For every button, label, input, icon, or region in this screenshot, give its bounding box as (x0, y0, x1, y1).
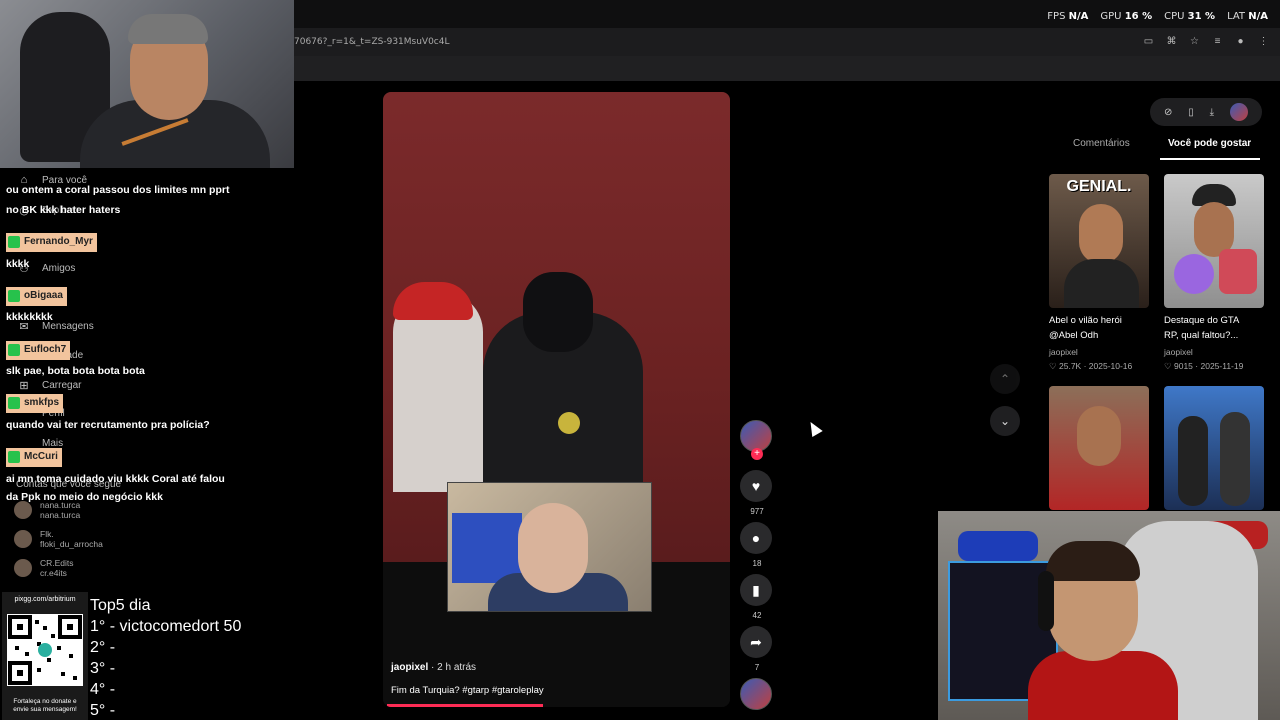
autoscroll-icon[interactable]: ⊘ (1164, 107, 1172, 118)
video-facecam (447, 482, 652, 612)
video-player[interactable]: jaopixel · 2 h atrás Fim da Turquia? #gt… (383, 92, 730, 707)
like-button[interactable]: ♥ (740, 470, 772, 502)
chat-username: Fernando_Myr (6, 233, 97, 252)
top5-row: 4° - (90, 681, 116, 698)
device-icon[interactable]: ▯ (1188, 107, 1194, 118)
following-item[interactable]: CR.Edits cr.e4its (14, 558, 74, 578)
chat-message: ou ontem a coral passou dos limites mn p… (6, 184, 230, 196)
music-disc-avatar[interactable] (740, 678, 772, 710)
chat-message: kkkk (6, 258, 30, 270)
upload-plus-icon: ⊞ (19, 380, 29, 392)
donation-url: pixgg.com/arbitrium (14, 596, 76, 603)
suggested-video-author[interactable]: jaopixel (1164, 347, 1193, 357)
suggested-video-author[interactable]: jaopixel (1049, 347, 1078, 357)
chat-message: ai mn toma cuidado viu kkkk Coral até fa… (6, 473, 225, 485)
top5-row: 5° - (90, 702, 116, 719)
url-text[interactable]: 70676?_r=1&_t=ZS-931MsuV0c4L (294, 37, 450, 47)
following-item[interactable]: Flk. floki_du_arrocha (14, 529, 103, 549)
donation-footer: Fortaleça no donate e envie sua mensagem… (13, 698, 77, 713)
lat-label: LAT (1227, 11, 1246, 22)
tiktok-sidebar: ⌂ Para você ◎ Explorar ⚇ Amigos ✉ Mensagens … (0, 168, 294, 592)
profile-avatar-icon[interactable]: ● (1234, 35, 1247, 48)
qr-code-icon (7, 614, 83, 686)
chat-message: da Ppk no meio do negócio kkk (6, 491, 163, 503)
video-progress-bar[interactable] (387, 704, 544, 707)
avatar (14, 559, 32, 577)
streamer-webcam (0, 0, 294, 168)
top5-row: 3° - (90, 660, 116, 677)
follow-plus-icon[interactable]: + (751, 448, 763, 460)
gpu-value: 16 % (1124, 11, 1153, 22)
fps-label: FPS (1047, 11, 1066, 22)
chat-username: smkfps (6, 394, 64, 413)
heart-icon: ♥ (751, 478, 761, 494)
chat-message: quando vai ter recrutamento pra polícia? (6, 419, 210, 431)
thumbnail-overlay-text: GENIAL. (1066, 178, 1132, 195)
address-bar[interactable]: 70676?_r=1&_t=ZS-931MsuV0c4L ▭ ⌘ ☆ ≡ ● ⋮ (294, 28, 1280, 56)
suggested-video-meta: ♡ 25.7K · 2025-10-16 (1049, 361, 1133, 371)
previous-video-button[interactable]: ⌃ (990, 364, 1020, 394)
top5-row: 1° - victocomedort 50 (90, 618, 242, 635)
guest-webcam (938, 511, 1280, 720)
share-icon: ➦ (750, 633, 762, 650)
chevron-up-icon: ⌃ (999, 372, 1011, 386)
translate-icon[interactable]: ⌘ (1165, 35, 1178, 48)
suggested-video-title: Abel o vilão herói @Abel Odh (1049, 315, 1122, 341)
cpu-label: CPU (1164, 11, 1185, 22)
cpu-value: 31 % (1187, 11, 1216, 22)
chat-username: oBigaaa (6, 287, 67, 306)
suggested-video-meta: ♡ 9015 · 2025-11-19 (1164, 361, 1244, 371)
cast-icon[interactable]: ▭ (1142, 35, 1155, 48)
bookmark-star-icon[interactable]: ☆ (1188, 35, 1201, 48)
video-author[interactable]: jaopixel (391, 662, 428, 673)
suggested-video-thumbnail[interactable] (1164, 174, 1264, 308)
top5-row: 2° - (90, 639, 116, 656)
tab-comments[interactable]: Comentários (1073, 138, 1130, 149)
like-count: 977 (750, 507, 764, 516)
video-tools: ⊘ ▯ ⤓ (1150, 98, 1262, 126)
lat-value: N/A (1248, 11, 1268, 22)
video-caption: Fim da Turquia? #gtarp #gtaroleplay (391, 685, 544, 696)
heart-outline-icon: ♡ (1164, 361, 1172, 371)
fps-value: N/A (1068, 11, 1089, 22)
chat-message: slk pae, bota bota bota bota (6, 365, 145, 377)
download-icon[interactable]: ⤓ (1210, 107, 1214, 118)
chat-username: McCuri (6, 448, 62, 467)
menu-kebab-icon[interactable]: ⋮ (1257, 35, 1270, 48)
tab-you-may-like[interactable]: Você pode gostar (1168, 138, 1251, 149)
gpu-label: GPU (1100, 11, 1122, 22)
chat-message: no BK kkk hater haters (6, 204, 121, 216)
chevron-down-icon: ⌄ (999, 414, 1011, 428)
share-count: 7 (754, 663, 760, 672)
browser-subbar (294, 56, 1280, 81)
comment-button[interactable]: ● (740, 522, 772, 554)
video-time: · 2 h atrás (431, 662, 477, 673)
comment-count: 18 (752, 559, 762, 568)
extensions-icon[interactable]: ≡ (1211, 35, 1224, 48)
creator-avatar[interactable] (1230, 103, 1248, 121)
browser-toolbar: ▭ ⌘ ☆ ≡ ● ⋮ (1142, 35, 1270, 48)
suggested-video-title: Destaque do GTA RP, qual faltou?... (1164, 315, 1240, 341)
sidebar-item-upload[interactable]: ⊞ Carregar (16, 379, 81, 392)
chat-message: kkkkkkkk (6, 311, 53, 323)
top5-title: Top5 dia (90, 597, 151, 614)
mouse-cursor (805, 418, 823, 438)
tab-underline (1160, 158, 1260, 160)
bookmark-icon: ▮ (752, 581, 760, 598)
share-button[interactable]: ➦ (740, 626, 772, 658)
perf-stats: FPS N/A GPU 16 % CPU 31 % LAT N/A (1047, 11, 1268, 22)
avatar (14, 530, 32, 548)
save-count: 42 (752, 611, 762, 620)
suggested-video-thumbnail[interactable] (1164, 386, 1264, 510)
top5-leaderboard: Top5 dia 1° - victocomedort 50 2° - 3° -… (90, 595, 241, 720)
suggested-video-thumbnail[interactable] (1049, 386, 1149, 510)
chat-username: Eufloch7 (6, 341, 71, 360)
next-video-button[interactable]: ⌄ (990, 406, 1020, 436)
save-button[interactable]: ▮ (740, 574, 772, 606)
donation-qr-panel: pixgg.com/arbitrium Fortaleça no donate … (2, 592, 88, 720)
heart-outline-icon: ♡ (1049, 361, 1057, 371)
stats-bar: FPS N/A GPU 16 % CPU 31 % LAT N/A (294, 0, 1280, 28)
comment-icon: ● (751, 530, 761, 546)
suggested-video-thumbnail[interactable]: GENIAL. (1049, 174, 1149, 308)
